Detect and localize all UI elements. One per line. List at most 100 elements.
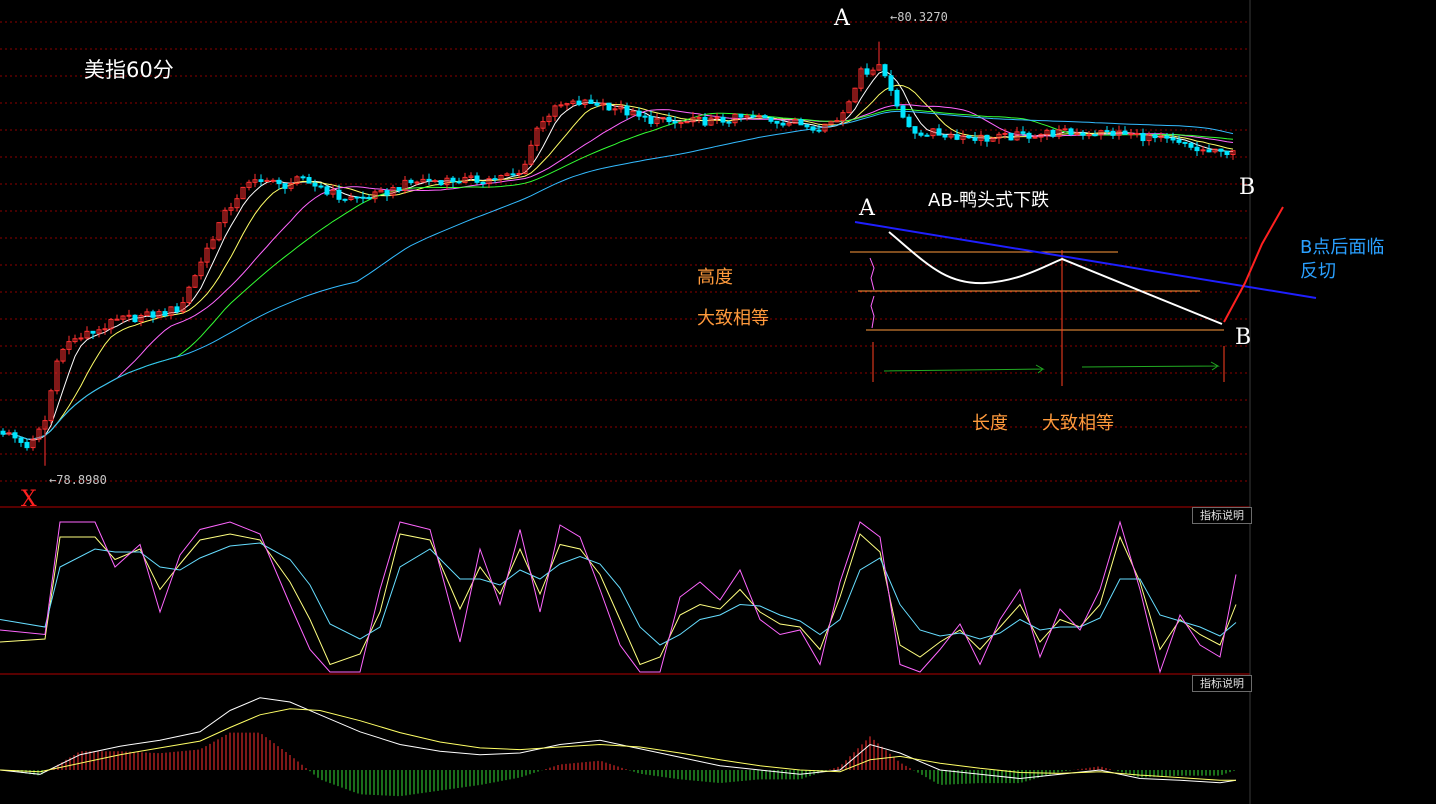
point-a-label: A bbox=[834, 6, 850, 31]
ma-line-ma30 bbox=[2, 108, 1234, 440]
candle-body bbox=[174, 306, 180, 313]
candle-body bbox=[738, 113, 744, 118]
candle-body bbox=[408, 179, 414, 184]
candle-body bbox=[300, 176, 306, 179]
candle-body bbox=[366, 196, 372, 200]
candle-body bbox=[864, 68, 870, 75]
duck-head-price-path bbox=[888, 231, 1223, 325]
diagram-point-b-label: B bbox=[1235, 325, 1252, 350]
height-label-2: 大致相等 bbox=[697, 308, 769, 329]
candle-body bbox=[1128, 133, 1134, 136]
candle-body bbox=[276, 179, 282, 185]
candle-body bbox=[24, 441, 30, 449]
candle-body bbox=[780, 122, 786, 126]
candle-body bbox=[1092, 134, 1098, 137]
candle-body bbox=[474, 175, 480, 183]
kdj-indicator-panel bbox=[0, 520, 1237, 674]
candle-body bbox=[1086, 134, 1092, 137]
candle-body bbox=[18, 437, 24, 443]
candle-body bbox=[126, 314, 132, 317]
candle-body bbox=[942, 134, 948, 138]
candle-body bbox=[714, 116, 720, 119]
point-b-label: B bbox=[1239, 175, 1256, 200]
after-b-label-line-2: 反切 bbox=[1300, 261, 1336, 282]
candle-body bbox=[456, 181, 462, 184]
height-bracket-upper bbox=[869, 257, 875, 291]
candle-body bbox=[702, 116, 708, 126]
candle-body bbox=[1062, 128, 1068, 131]
candle-body bbox=[1200, 149, 1206, 152]
candle-body bbox=[396, 187, 402, 191]
candle-body bbox=[162, 311, 168, 316]
height-label-1: 高度 bbox=[697, 267, 733, 288]
candle-body bbox=[438, 180, 444, 186]
candle-body bbox=[492, 178, 498, 181]
candle-body bbox=[0, 430, 6, 435]
after-b-label: B点后面临 反切 bbox=[1300, 236, 1384, 284]
candle-body bbox=[750, 115, 756, 118]
candle-body bbox=[768, 117, 774, 122]
ma-line-ma60 bbox=[2, 110, 1234, 440]
candle-body bbox=[1164, 135, 1170, 139]
candle-body bbox=[1050, 129, 1056, 137]
candle-body bbox=[924, 134, 930, 137]
candle-body bbox=[684, 121, 690, 124]
candle-body bbox=[150, 311, 156, 318]
candle-body bbox=[354, 196, 360, 199]
candle-body bbox=[666, 116, 672, 123]
candle-body bbox=[576, 100, 582, 106]
point-x-label: X bbox=[21, 487, 37, 512]
candle-body bbox=[282, 183, 288, 189]
candle-body bbox=[636, 110, 642, 117]
high-price-label: ←80.3270 bbox=[890, 10, 948, 24]
indicator-help-button-macd[interactable]: 指标说明 bbox=[1192, 675, 1252, 692]
candle-body bbox=[1224, 150, 1230, 155]
candle-body bbox=[318, 185, 324, 188]
candle-body bbox=[516, 172, 522, 175]
candle-body bbox=[696, 116, 702, 119]
candle-body bbox=[312, 182, 318, 187]
candle-body bbox=[720, 116, 726, 123]
candle-body bbox=[336, 189, 342, 200]
candle-body bbox=[606, 102, 612, 111]
candle-body bbox=[1218, 148, 1224, 152]
candle-body bbox=[12, 432, 18, 439]
ma-line-ma20 bbox=[2, 104, 1234, 440]
candle-body bbox=[1110, 130, 1116, 136]
ma-line-ma10 bbox=[2, 84, 1234, 440]
indicator-help-button-kdj[interactable]: 指标说明 bbox=[1192, 507, 1252, 524]
candle-body bbox=[648, 115, 654, 124]
duck-head-pattern-diagram bbox=[850, 206, 1317, 386]
candle-body bbox=[936, 128, 942, 136]
kdj-line-j bbox=[0, 520, 1237, 674]
candle-body bbox=[414, 181, 420, 184]
low-price-label: ←78.8980 bbox=[49, 473, 107, 487]
reverse-cut-line bbox=[1223, 206, 1284, 323]
candle-body bbox=[672, 121, 678, 124]
candle-body bbox=[888, 75, 894, 91]
candle-body bbox=[912, 126, 918, 134]
candle-body bbox=[804, 124, 810, 128]
kdj-line-k bbox=[0, 533, 1237, 666]
candle-body bbox=[906, 116, 912, 128]
candle-body bbox=[1152, 134, 1158, 139]
candle-body bbox=[114, 318, 120, 321]
candle-body bbox=[1134, 132, 1140, 135]
candle-body bbox=[774, 120, 780, 124]
candle-body bbox=[324, 186, 330, 195]
candle-body bbox=[1122, 130, 1128, 135]
candle-body bbox=[132, 314, 138, 323]
candle-body bbox=[594, 102, 600, 106]
candle-body bbox=[1002, 132, 1008, 135]
candle-body bbox=[384, 190, 390, 196]
candle-body bbox=[1068, 128, 1074, 135]
candle-body bbox=[1104, 130, 1110, 133]
candle-body bbox=[624, 105, 630, 116]
candle-body bbox=[1020, 131, 1026, 134]
candle-body bbox=[432, 180, 438, 183]
candle-body bbox=[1140, 132, 1146, 142]
diagram-point-a-label: A bbox=[859, 196, 875, 221]
candle-body bbox=[450, 177, 456, 183]
candle-body bbox=[1194, 146, 1200, 152]
length-label-2: 大致相等 bbox=[1042, 413, 1114, 434]
